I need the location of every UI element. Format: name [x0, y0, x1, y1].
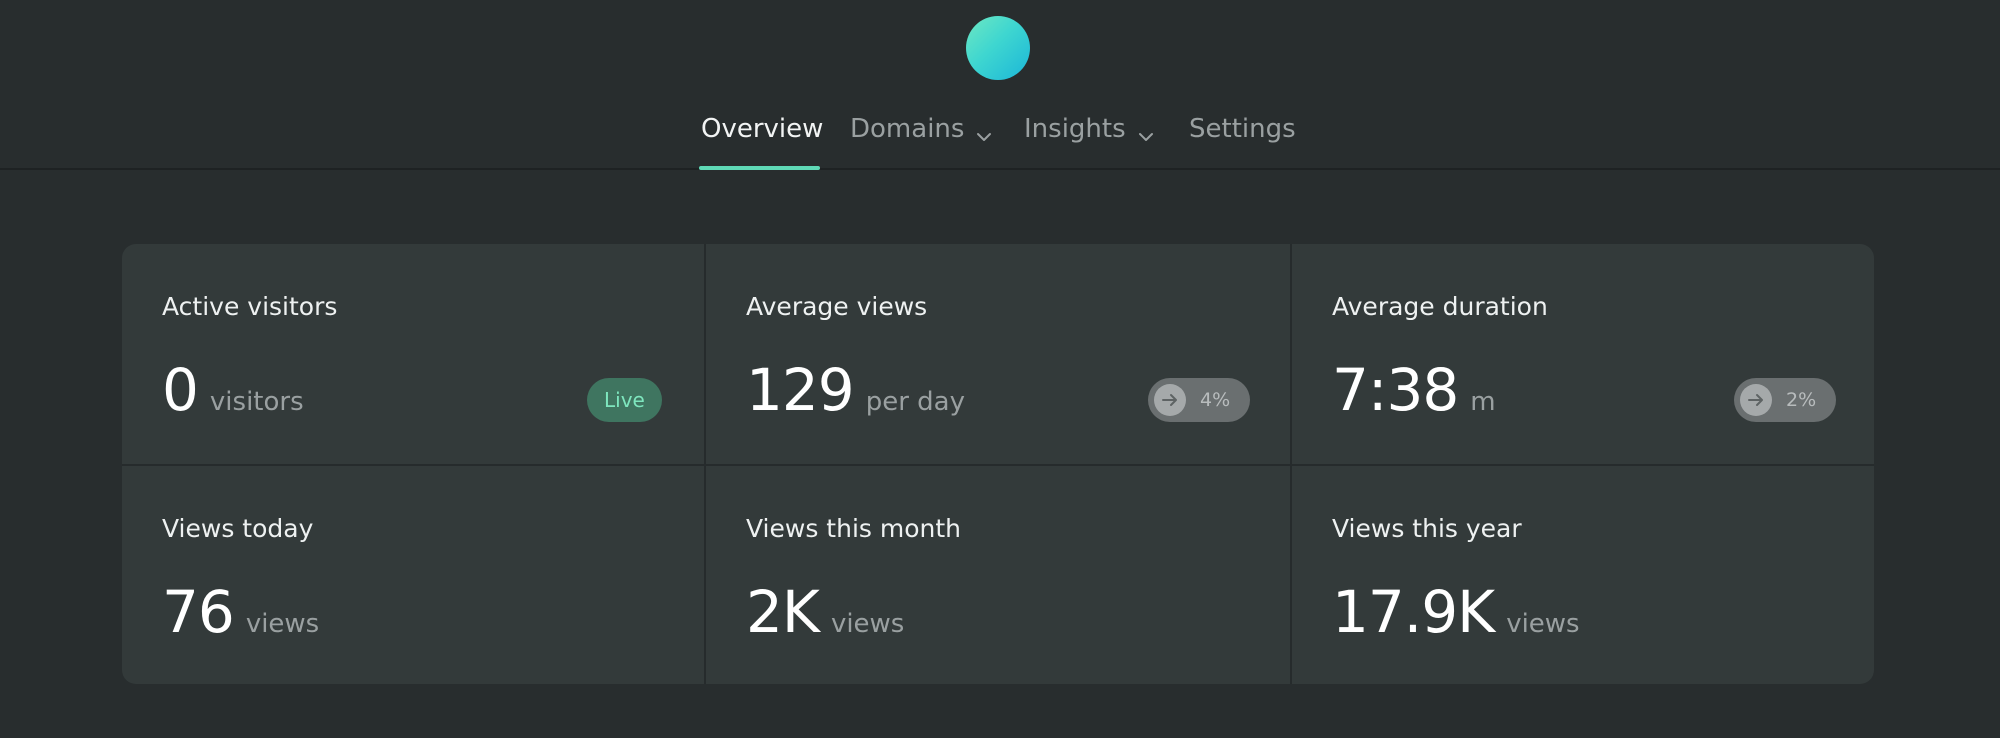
tab-settings[interactable]: Settings — [1189, 114, 1296, 144]
stat-metric: 7:38 m — [1332, 356, 1496, 424]
main-nav: Overview Domains Insights Settings — [0, 104, 2000, 170]
stat-metric: 0 visitors — [162, 356, 304, 424]
stat-unit: m — [1470, 387, 1496, 417]
stat-unit: per day — [865, 387, 965, 417]
chevron-down-icon — [976, 122, 992, 141]
stat-average-views: Average views 129 per day 4% — [706, 244, 1290, 464]
stat-metric: 76 views — [162, 578, 319, 646]
stat-views-today: Views today 76 views — [122, 466, 704, 684]
tab-insights[interactable]: Insights — [1024, 114, 1154, 144]
trend-percentage: 2% — [1786, 389, 1817, 411]
tab-domains-label: Domains — [850, 114, 965, 144]
arrow-right-icon — [1154, 384, 1186, 416]
tab-domains[interactable]: Domains — [850, 114, 992, 144]
tab-settings-label: Settings — [1189, 114, 1296, 144]
stat-unit: views — [830, 609, 905, 639]
trend-badge: 4% — [1148, 378, 1250, 422]
stat-value: 129 — [746, 356, 855, 424]
tab-overview[interactable]: Overview — [701, 114, 823, 144]
stat-value: 2K — [746, 578, 820, 646]
stat-title: Average views — [746, 292, 928, 321]
stat-title: Active visitors — [162, 292, 338, 321]
stat-value: 7:38 — [1332, 356, 1459, 424]
active-tab-indicator — [699, 166, 820, 170]
stat-value: 17.9K — [1332, 578, 1495, 646]
live-badge: Live — [587, 378, 662, 422]
stat-title: Average duration — [1332, 292, 1548, 321]
stat-views-month: Views this month 2K views — [706, 466, 1290, 684]
trend-badge: 2% — [1734, 378, 1836, 422]
app-header: Overview Domains Insights Settings — [0, 0, 2000, 170]
stat-metric: 17.9K views — [1332, 578, 1580, 646]
stat-unit: views — [245, 609, 320, 639]
stat-average-duration: Average duration 7:38 m 2% — [1292, 244, 1874, 464]
stat-value: 76 — [162, 578, 235, 646]
tab-insights-label: Insights — [1024, 114, 1126, 144]
stats-card: Active visitors 0 visitors Live Average v… — [122, 244, 1874, 684]
stat-unit: visitors — [209, 387, 304, 417]
stat-metric: 2K views — [746, 578, 904, 646]
stat-metric: 129 per day — [746, 356, 965, 424]
tab-overview-label: Overview — [701, 114, 824, 144]
stat-title: Views today — [162, 514, 314, 543]
trend-percentage: 4% — [1200, 389, 1231, 411]
stat-title: Views this month — [746, 514, 962, 543]
stat-title: Views this year — [1332, 514, 1522, 543]
stat-unit: views — [1506, 609, 1580, 639]
stat-active-visitors: Active visitors 0 visitors Live — [122, 244, 704, 464]
logo[interactable] — [966, 16, 1030, 80]
chevron-down-icon — [1138, 122, 1154, 141]
stat-views-year: Views this year 17.9K views — [1292, 466, 1874, 684]
stat-value: 0 — [162, 356, 199, 424]
arrow-right-icon — [1740, 384, 1772, 416]
